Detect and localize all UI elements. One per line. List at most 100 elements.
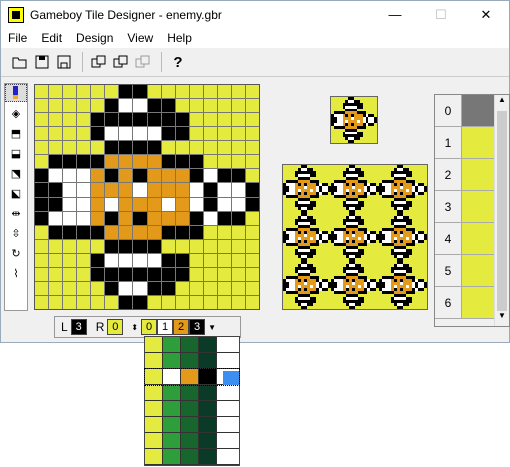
save-icon[interactable]: [32, 52, 52, 72]
palette-color-0[interactable]: 0: [141, 319, 158, 335]
pixel-cell[interactable]: [175, 267, 189, 281]
pixel-cell[interactable]: [105, 85, 119, 99]
pixel-cell[interactable]: [105, 141, 119, 155]
pixel-cell[interactable]: [203, 211, 217, 225]
pixel-cell[interactable]: [161, 281, 175, 295]
pixel-cell[interactable]: [49, 155, 63, 169]
shift-up-icon[interactable]: ⬒: [5, 124, 27, 142]
pixel-cell[interactable]: [63, 295, 77, 309]
pixel-cell[interactable]: [35, 197, 49, 211]
palette-option[interactable]: [145, 433, 239, 449]
pixel-cell[interactable]: [217, 113, 231, 127]
pixel-cell[interactable]: [189, 295, 203, 309]
pixel-cell[interactable]: [147, 155, 161, 169]
pixel-cell[interactable]: [189, 225, 203, 239]
pixel-cell[interactable]: [175, 225, 189, 239]
pixel-cell[interactable]: [133, 183, 147, 197]
pixel-cell[interactable]: [49, 211, 63, 225]
pixel-cell[interactable]: [245, 253, 259, 267]
left-color-swatch[interactable]: 3: [70, 319, 87, 335]
paste-icon[interactable]: [111, 52, 131, 72]
pixel-cell[interactable]: [217, 169, 231, 183]
pixel-cell[interactable]: [245, 281, 259, 295]
pixel-cell[interactable]: [49, 253, 63, 267]
pixel-cell[interactable]: [133, 211, 147, 225]
pixel-cell[interactable]: [91, 141, 105, 155]
tile-row[interactable]: 2: [435, 159, 496, 191]
dropdown-arrow-icon[interactable]: ▼: [208, 323, 216, 332]
pixel-cell[interactable]: [175, 211, 189, 225]
pixel-cell[interactable]: [119, 197, 133, 211]
pixel-cell[interactable]: [91, 211, 105, 225]
pixel-cell[interactable]: [203, 141, 217, 155]
pixel-cell[interactable]: [91, 267, 105, 281]
pixel-cell[interactable]: [161, 211, 175, 225]
pixel-cell[interactable]: [119, 239, 133, 253]
pixel-cell[interactable]: [91, 225, 105, 239]
pixel-cell[interactable]: [63, 155, 77, 169]
pixel-cell[interactable]: [91, 281, 105, 295]
pixel-cell[interactable]: [161, 225, 175, 239]
pixel-cell[interactable]: [63, 239, 77, 253]
pixel-cell[interactable]: [133, 225, 147, 239]
pixel-cell[interactable]: [35, 295, 49, 309]
pixel-cell[interactable]: [147, 281, 161, 295]
help-icon[interactable]: ?: [168, 52, 188, 72]
pixel-cell[interactable]: [203, 281, 217, 295]
pixel-cell[interactable]: [203, 197, 217, 211]
pixel-cell[interactable]: [119, 141, 133, 155]
pixel-cell[interactable]: [231, 155, 245, 169]
copy-icon[interactable]: [89, 52, 109, 72]
pixel-cell[interactable]: [217, 155, 231, 169]
pixel-cell[interactable]: [49, 281, 63, 295]
open-icon[interactable]: [10, 52, 30, 72]
paste-disabled-icon[interactable]: [133, 52, 153, 72]
pixel-cell[interactable]: [119, 183, 133, 197]
close-button[interactable]: ✕: [463, 1, 509, 28]
pixel-cell[interactable]: [161, 85, 175, 99]
pixel-cell[interactable]: [49, 239, 63, 253]
pixel-cell[interactable]: [49, 225, 63, 239]
palette-option-selected[interactable]: [144, 368, 240, 386]
pixel-cell[interactable]: [203, 113, 217, 127]
pixel-cell[interactable]: [49, 197, 63, 211]
pixel-cell[interactable]: [147, 211, 161, 225]
pixel-cell[interactable]: [105, 113, 119, 127]
pixel-cell[interactable]: [147, 239, 161, 253]
palette-dropdown[interactable]: [144, 336, 240, 466]
pixel-cell[interactable]: [147, 99, 161, 113]
pixel-cell[interactable]: [63, 281, 77, 295]
pixel-cell[interactable]: [147, 183, 161, 197]
pixel-cell[interactable]: [189, 197, 203, 211]
pixel-cell[interactable]: [175, 85, 189, 99]
pixel-cell[interactable]: [161, 141, 175, 155]
palette-option[interactable]: [145, 449, 239, 465]
palette-color-1[interactable]: 1: [157, 319, 174, 335]
pixel-cell[interactable]: [91, 99, 105, 113]
pixel-cell[interactable]: [203, 225, 217, 239]
pixel-cell[interactable]: [217, 267, 231, 281]
tile-row[interactable]: 6: [435, 287, 496, 319]
pixel-cell[interactable]: [231, 141, 245, 155]
pixel-cell[interactable]: [175, 155, 189, 169]
pixel-cell[interactable]: [147, 267, 161, 281]
tile-row[interactable]: 4: [435, 223, 496, 255]
pixel-cell[interactable]: [231, 113, 245, 127]
pixel-cell[interactable]: [175, 295, 189, 309]
pixel-cell[interactable]: [203, 267, 217, 281]
pixel-cell[interactable]: [105, 183, 119, 197]
pixel-cell[interactable]: [161, 295, 175, 309]
pixel-cell[interactable]: [35, 239, 49, 253]
pixel-cell[interactable]: [77, 197, 91, 211]
pixel-cell[interactable]: [231, 127, 245, 141]
pixel-cell[interactable]: [189, 85, 203, 99]
pixel-cell[interactable]: [77, 99, 91, 113]
pixel-cell[interactable]: [77, 113, 91, 127]
pixel-cell[interactable]: [231, 197, 245, 211]
pixel-cell[interactable]: [245, 169, 259, 183]
pixel-cell[interactable]: [161, 155, 175, 169]
pixel-cell[interactable]: [119, 225, 133, 239]
pixel-cell[interactable]: [245, 295, 259, 309]
pixel-cell[interactable]: [133, 85, 147, 99]
pixel-cell[interactable]: [133, 155, 147, 169]
